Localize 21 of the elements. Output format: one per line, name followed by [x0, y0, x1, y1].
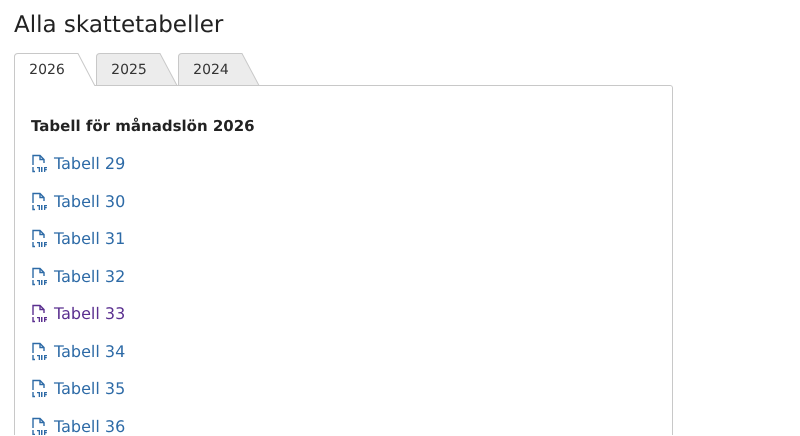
section-heading: Tabell för månadslön 2026 — [31, 117, 255, 135]
table-link[interactable]: Tabell 31 — [31, 229, 126, 248]
table-link[interactable]: Tabell 35 — [31, 379, 126, 398]
pdf-file-icon — [31, 379, 48, 398]
pdf-file-icon — [31, 154, 48, 174]
table-link[interactable]: Tabell 34 — [31, 342, 126, 361]
tab[interactable]: 2024 — [178, 53, 260, 86]
pdf-file-icon — [31, 304, 48, 324]
table-link[interactable]: Tabell 32 — [31, 266, 126, 286]
pdf-file-icon — [31, 229, 48, 248]
pdf-file-icon — [31, 192, 48, 211]
table-link[interactable]: Tabell 29 — [31, 154, 126, 174]
pdf-file-icon — [31, 342, 48, 361]
pdf-file-icon — [31, 416, 48, 435]
page-title: Alla skattetabeller — [14, 11, 224, 40]
table-link[interactable]: Tabell 36 — [31, 416, 126, 435]
tab[interactable]: 2026 — [14, 53, 96, 86]
table-link[interactable]: Tabell 33 — [31, 304, 126, 324]
pdf-file-icon — [31, 266, 48, 286]
tab[interactable]: 2025 — [96, 53, 178, 86]
table-link[interactable]: Tabell 30 — [31, 192, 126, 211]
